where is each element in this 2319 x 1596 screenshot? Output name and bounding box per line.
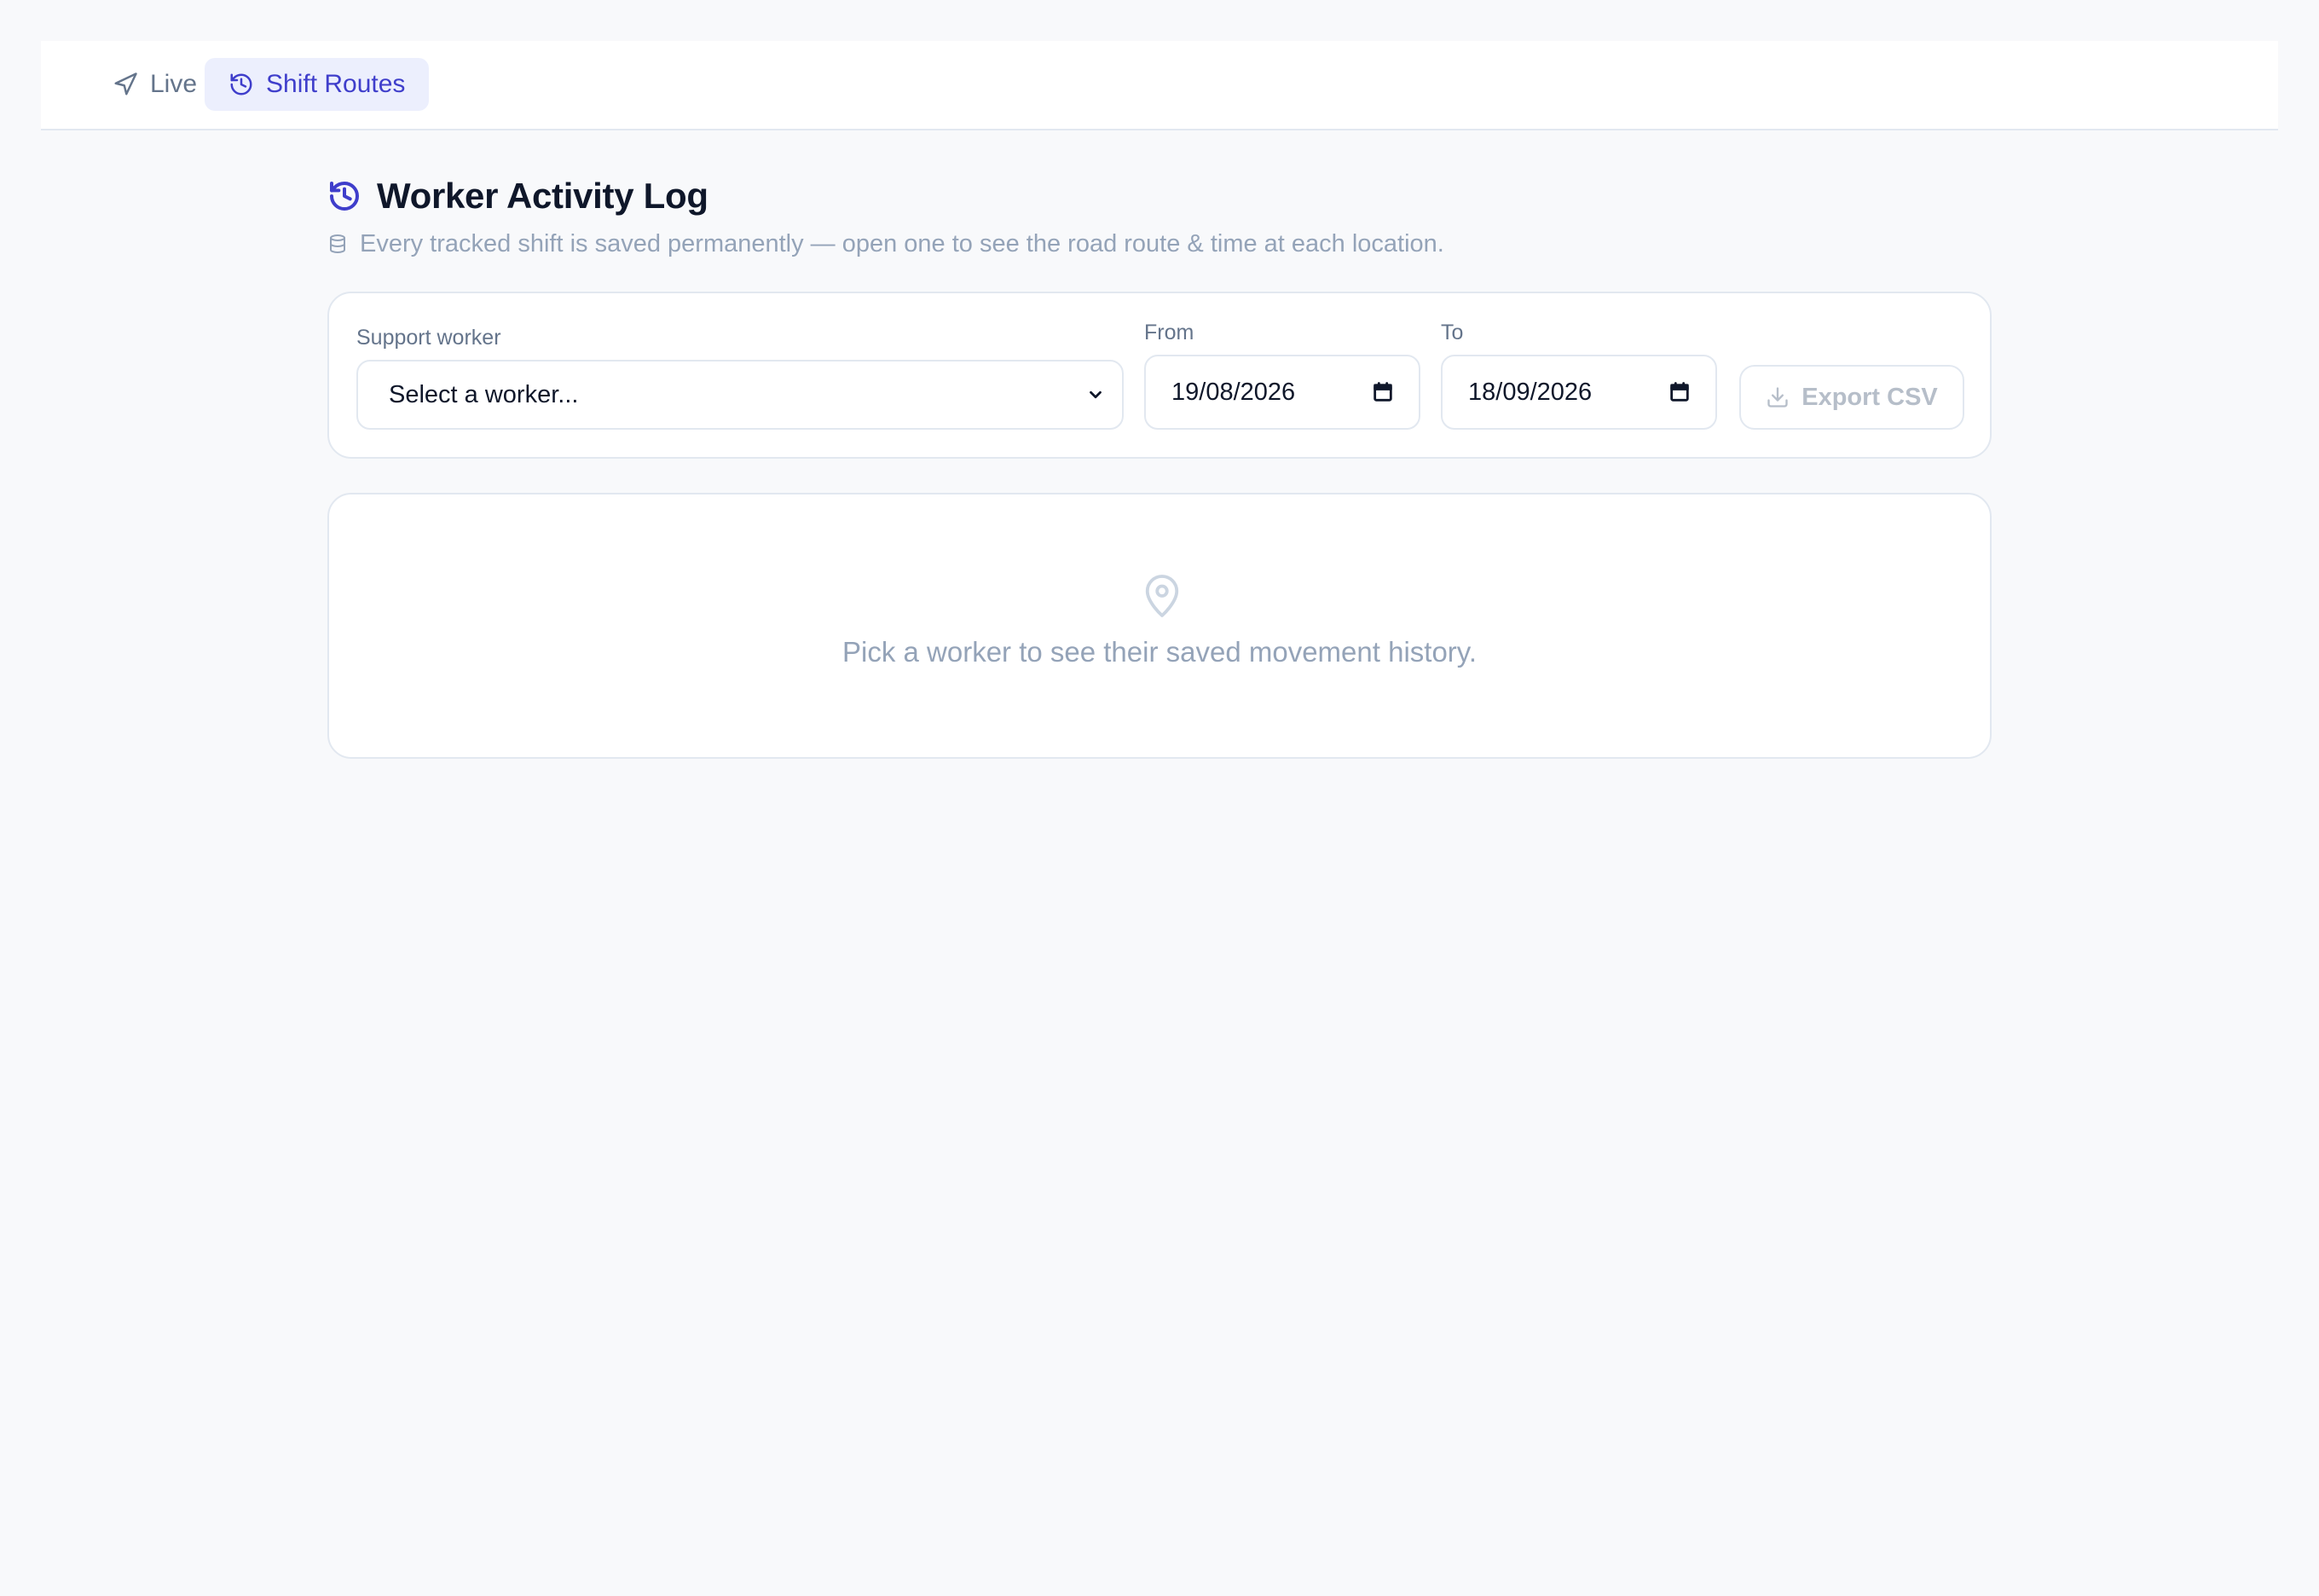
from-label: From	[1144, 321, 1194, 344]
worker-label: Support worker	[356, 326, 501, 350]
page-title: Worker Activity Log	[377, 176, 708, 216]
worker-select[interactable]: Select a worker...	[356, 360, 1124, 430]
map-pin-icon	[1142, 573, 1182, 619]
export-csv-button[interactable]: Export CSV	[1739, 365, 1964, 430]
worker-select-value: Select a worker...	[389, 380, 579, 408]
tab-shift-routes[interactable]: Shift Routes	[205, 58, 430, 111]
tab-live-label: Live	[150, 70, 198, 98]
empty-state-card: Pick a worker to see their saved movemen…	[327, 493, 1992, 759]
to-date-value: 18/09/2026	[1468, 378, 1593, 406]
tab-live[interactable]: Live	[89, 58, 221, 111]
history-icon	[327, 179, 361, 213]
from-date-input[interactable]: 19/08/2026	[1144, 355, 1420, 430]
export-csv-label: Export CSV	[1801, 383, 1938, 411]
to-label: To	[1441, 321, 1464, 344]
calendar-icon[interactable]	[1371, 380, 1395, 404]
empty-state-message: Pick a worker to see their saved movemen…	[841, 636, 1477, 668]
top-navigation: Live Shift Routes	[41, 41, 2278, 130]
page-header: Worker Activity Log	[327, 171, 1992, 222]
calendar-icon[interactable]	[1668, 380, 1692, 404]
chevron-down-icon	[1086, 385, 1105, 404]
history-icon	[228, 72, 254, 97]
filter-card: Support worker Select a worker... From 1…	[327, 292, 1992, 459]
database-icon	[327, 234, 348, 254]
page-subtitle-row: Every tracked shift is saved permanently…	[327, 227, 1992, 261]
to-date-input[interactable]: 18/09/2026	[1441, 355, 1717, 430]
download-icon	[1766, 385, 1790, 409]
navigation-arrow-icon	[113, 72, 138, 97]
page-subtitle: Every tracked shift is saved permanently…	[360, 229, 1444, 257]
tab-shift-routes-label: Shift Routes	[266, 70, 406, 98]
main-content: Worker Activity Log Every tracked shift …	[327, 171, 1992, 759]
from-date-value: 19/08/2026	[1171, 378, 1296, 406]
